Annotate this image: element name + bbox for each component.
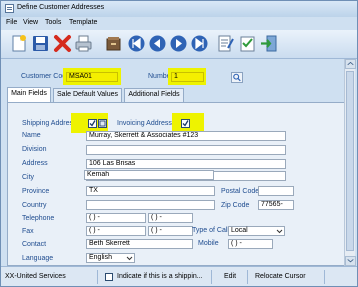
save-icon[interactable] bbox=[31, 34, 50, 53]
status-separator bbox=[247, 270, 248, 284]
language-select[interactable]: English bbox=[86, 253, 135, 263]
last-record-icon[interactable] bbox=[190, 34, 209, 53]
country-label: Country bbox=[22, 202, 47, 209]
fax-label: Fax bbox=[22, 228, 34, 235]
status-hint-checkbox[interactable] bbox=[105, 273, 113, 281]
menu-bar: File View Tools Template bbox=[1, 17, 357, 30]
scroll-down-button[interactable] bbox=[345, 256, 356, 266]
previous-record-icon[interactable] bbox=[148, 34, 167, 53]
type-of-call-select[interactable]: Local bbox=[228, 226, 285, 236]
language-value: English bbox=[89, 254, 112, 261]
toolbar bbox=[1, 30, 357, 59]
tab-additional-fields[interactable]: Additional Fields bbox=[124, 88, 184, 102]
search-icon bbox=[233, 73, 241, 82]
postal-code-label: Postal Code bbox=[221, 188, 260, 195]
checklist-icon[interactable] bbox=[238, 34, 257, 53]
print-icon[interactable] bbox=[74, 34, 93, 53]
scroll-up-button[interactable] bbox=[345, 59, 356, 69]
contact-input[interactable]: Beth Skerrett bbox=[86, 239, 193, 249]
next-record-icon[interactable] bbox=[169, 34, 188, 53]
telephone-input[interactable]: ( ) - bbox=[86, 213, 146, 223]
fax2-input[interactable]: ( ) - bbox=[148, 226, 193, 236]
mobile-label: Mobile bbox=[198, 240, 219, 247]
telephone2-input[interactable]: ( ) - bbox=[148, 213, 193, 223]
fax-input[interactable]: ( ) - bbox=[86, 226, 146, 236]
menu-template[interactable]: Template bbox=[69, 19, 97, 26]
menu-view[interactable]: View bbox=[23, 19, 38, 26]
window-title: Define Customer Addresses bbox=[17, 4, 105, 11]
search-button[interactable] bbox=[231, 72, 243, 83]
contact-label: Contact bbox=[22, 241, 47, 248]
address-label: Address bbox=[22, 160, 48, 167]
vertical-scrollbar[interactable] bbox=[344, 59, 356, 266]
name-label: Name bbox=[22, 132, 41, 139]
city-input[interactable]: Kemah bbox=[84, 170, 214, 180]
address-line1-input[interactable]: 106 Las Brisas bbox=[86, 159, 286, 169]
mobile-input[interactable]: ( ) - bbox=[228, 239, 273, 249]
scroll-thumb[interactable] bbox=[346, 71, 354, 251]
main-fields-panel: Shipping Address Invoicing Address Name … bbox=[7, 102, 347, 266]
number-input[interactable]: 1 bbox=[171, 72, 204, 82]
status-bar: XX-United Services Indicate if this is a… bbox=[1, 266, 357, 286]
delete-icon[interactable] bbox=[53, 34, 72, 53]
menu-file[interactable]: File bbox=[6, 19, 17, 26]
city-label: City bbox=[22, 174, 35, 181]
province-input[interactable]: TX bbox=[86, 186, 215, 196]
menu-tools[interactable]: Tools bbox=[45, 19, 61, 26]
chevron-down-icon bbox=[126, 256, 133, 261]
province-label: Province bbox=[22, 188, 50, 195]
first-record-icon[interactable] bbox=[127, 34, 146, 53]
telephone-label: Telephone bbox=[22, 215, 55, 222]
status-separator bbox=[324, 270, 325, 284]
zip-code-label: Zip Code bbox=[221, 202, 250, 209]
type-of-call-value: Local bbox=[231, 227, 248, 234]
shipping-address-label: Shipping Address bbox=[22, 120, 77, 127]
shipping-address-checkbox[interactable] bbox=[88, 119, 97, 128]
window-icon bbox=[5, 4, 14, 13]
define-customer-addresses-window: Define Customer Addresses File View Tool… bbox=[0, 0, 358, 287]
status-hint: Indicate if this is a shippin... bbox=[117, 273, 203, 280]
new-icon[interactable] bbox=[9, 34, 28, 53]
notes-icon[interactable] bbox=[216, 34, 235, 53]
status-mode: Edit bbox=[224, 273, 237, 280]
postal-code-input[interactable] bbox=[258, 186, 294, 196]
status-company: XX-United Services bbox=[5, 273, 66, 280]
division-input[interactable] bbox=[86, 145, 286, 155]
chevron-up-icon bbox=[347, 61, 354, 66]
chevron-down-icon bbox=[276, 229, 283, 234]
customer-code-input[interactable]: MSA01 bbox=[66, 72, 118, 82]
name-input[interactable]: Murray, Skerrett & Associates #123 bbox=[86, 131, 286, 141]
type-of-call-label: Type of Call bbox=[192, 227, 229, 234]
exit-icon[interactable] bbox=[259, 34, 278, 53]
language-label: Language bbox=[22, 255, 54, 262]
tab-sale-default-values[interactable]: Sale Default Values bbox=[53, 88, 122, 102]
invoicing-address-label: Invoicing Address bbox=[117, 120, 172, 127]
status-separator bbox=[211, 270, 212, 284]
tab-main-fields[interactable]: Main Fields bbox=[7, 87, 51, 102]
title-bar: Define Customer Addresses bbox=[1, 1, 357, 17]
division-label: Division bbox=[22, 146, 47, 153]
status-separator bbox=[97, 270, 98, 284]
zip-code-input[interactable]: 77565- bbox=[258, 200, 294, 210]
shipping-lookup-button[interactable] bbox=[98, 119, 107, 128]
chevron-down-icon bbox=[347, 259, 354, 263]
archive-icon[interactable] bbox=[104, 34, 123, 53]
country-input[interactable] bbox=[86, 200, 215, 210]
invoicing-address-checkbox[interactable] bbox=[181, 119, 190, 128]
status-action: Relocate Cursor bbox=[255, 273, 306, 280]
